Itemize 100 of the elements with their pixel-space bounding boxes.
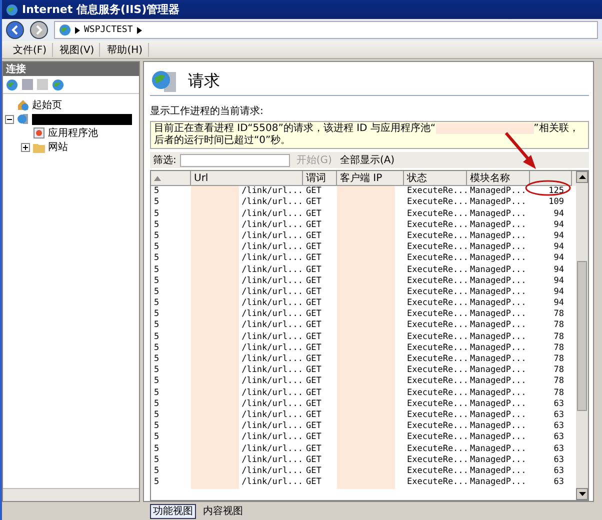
table-cell-text: GET xyxy=(305,197,322,209)
table-cell-text: /link/url... xyxy=(240,230,303,242)
table-cell-text: ExecuteRe... xyxy=(406,466,468,478)
table-cell-text: ExecuteRe... xyxy=(406,365,468,376)
table-cell-text: 78 xyxy=(552,332,564,344)
menu-item[interactable]: 文件(F) xyxy=(8,42,53,56)
table-cell-text: 78 xyxy=(552,354,564,366)
table-cell-text: GET xyxy=(305,332,322,344)
sort-arrow-icon xyxy=(154,176,161,181)
back-button[interactable] xyxy=(6,21,24,39)
table-cell-text: ManagedP... xyxy=(469,432,526,444)
table-cell-text: 63 xyxy=(552,421,564,432)
table-cell-text: ManagedP... xyxy=(469,444,526,456)
redaction-mark xyxy=(191,186,239,198)
show-all-button[interactable]: 全部显示(A) xyxy=(338,153,397,168)
table-cell-text: ExecuteRe... xyxy=(406,454,468,466)
table-cell-text: ManagedP... xyxy=(469,332,526,344)
table-cell-text: ManagedP... xyxy=(469,466,526,478)
column-header[interactable] xyxy=(151,171,191,186)
table-cell-text: ExecuteRe... xyxy=(406,410,468,422)
disconnect-icon xyxy=(52,78,64,90)
menu-item[interactable]: 帮助(H) xyxy=(102,42,149,56)
table-cell-text: GET xyxy=(305,398,322,410)
table-cell-text: GET xyxy=(305,466,322,478)
chevron-icon xyxy=(75,26,80,34)
column-header[interactable]: 模块名称 xyxy=(467,171,530,186)
scroll-up-icon[interactable] xyxy=(578,175,586,180)
tree-item[interactable]: 应用程序池 xyxy=(48,126,98,140)
table-cell-text: ExecuteRe... xyxy=(406,421,468,432)
table-cell-text: GET xyxy=(305,376,322,388)
address-bar[interactable]: WSPJCTEST xyxy=(54,21,598,39)
table-cell-text: GET xyxy=(305,186,322,198)
table-cell-text: ManagedP... xyxy=(469,264,526,276)
window-title: Internet 信息服务(IIS)管理器 xyxy=(22,2,180,17)
table-cell-text: 5 xyxy=(153,354,160,366)
view-tab[interactable]: 功能视图 xyxy=(150,504,196,518)
table-cell-text: 5 xyxy=(153,466,160,478)
table-cell-text: ExecuteRe... xyxy=(406,242,468,254)
table-cell-text: ManagedP... xyxy=(469,242,526,254)
table-cell-text: GET xyxy=(305,432,322,444)
expand-icon[interactable] xyxy=(21,142,30,152)
table-cell-text: ExecuteRe... xyxy=(406,298,468,310)
table-cell-text: 125 xyxy=(548,186,564,198)
table-cell-text: ManagedP... xyxy=(469,230,526,242)
table-cell-text: 5 xyxy=(153,365,160,376)
table-cell-text: 5 xyxy=(153,197,160,209)
tree-item[interactable]: 起始页 xyxy=(32,98,62,112)
table-cell-text: GET xyxy=(305,342,322,354)
table-cell-text: ManagedP... xyxy=(469,320,526,332)
table-cell-text: ManagedP... xyxy=(469,421,526,432)
table-cell-text: ExecuteRe... xyxy=(406,186,468,198)
table-cell-text: GET xyxy=(305,298,322,310)
table-cell-text: ExecuteRe... xyxy=(406,230,468,242)
filter-field[interactable] xyxy=(180,154,290,167)
table-cell-text: GET xyxy=(305,354,322,366)
scrollbar[interactable] xyxy=(3,488,139,501)
view-tab[interactable]: 内容视图 xyxy=(200,504,246,518)
scroll-down-icon[interactable] xyxy=(578,492,586,496)
table-cell-text: GET xyxy=(305,286,322,298)
table-cell-text: 94 xyxy=(552,286,564,298)
folder-icon xyxy=(33,142,45,152)
table-cell-text: /link/url... xyxy=(240,253,303,265)
server-icon xyxy=(17,113,29,125)
table-cell-text: /link/url... xyxy=(240,309,303,320)
collapse-icon[interactable] xyxy=(5,114,14,124)
table-cell-text: 5 xyxy=(153,320,160,332)
column-header[interactable] xyxy=(530,171,572,186)
table-cell-text: 5 xyxy=(153,186,160,198)
table-cell-text: GET xyxy=(305,444,322,456)
column-header[interactable]: 状态 xyxy=(404,171,467,186)
table-cell-text: /link/url... xyxy=(240,342,303,354)
table-cell-text: 63 xyxy=(552,477,564,489)
table-cell-text: ManagedP... xyxy=(469,398,526,410)
table-cell-text: 5 xyxy=(153,342,160,354)
table-cell-text: 5 xyxy=(153,309,160,320)
table-cell-text: 5 xyxy=(153,388,160,400)
table-cell-text: /link/url... xyxy=(240,421,303,432)
column-header[interactable]: 谓词 xyxy=(303,171,337,186)
table-cell-text: 94 xyxy=(552,208,564,220)
table-cell-text: ExecuteRe... xyxy=(406,342,468,354)
breadcrumb-item[interactable]: WSPJCTEST xyxy=(84,25,133,35)
forward-button[interactable] xyxy=(30,21,48,39)
redaction-mark xyxy=(337,186,395,198)
table-cell-text: /link/url... xyxy=(240,298,303,310)
table-cell-text: GET xyxy=(305,208,322,220)
table-cell-text: GET xyxy=(305,253,322,265)
scrollbar[interactable] xyxy=(576,171,588,500)
table-cell-text: ManagedP... xyxy=(469,388,526,400)
menu-item[interactable]: 视图(V) xyxy=(54,42,100,56)
chevron-icon[interactable] xyxy=(136,26,142,34)
table-cell-text: ManagedP... xyxy=(469,454,526,466)
table-cell-text: 5 xyxy=(153,398,160,410)
tree-item[interactable]: 网站 xyxy=(48,140,68,154)
table-cell-text: ExecuteRe... xyxy=(406,220,468,232)
table-cell-text: 5 xyxy=(153,298,160,310)
table-cell-text: GET xyxy=(305,454,322,466)
table-cell-text: 94 xyxy=(552,264,564,276)
table-cell-text: 94 xyxy=(552,220,564,232)
table-cell-text: ManagedP... xyxy=(469,365,526,376)
table-cell-text: ManagedP... xyxy=(469,477,526,489)
